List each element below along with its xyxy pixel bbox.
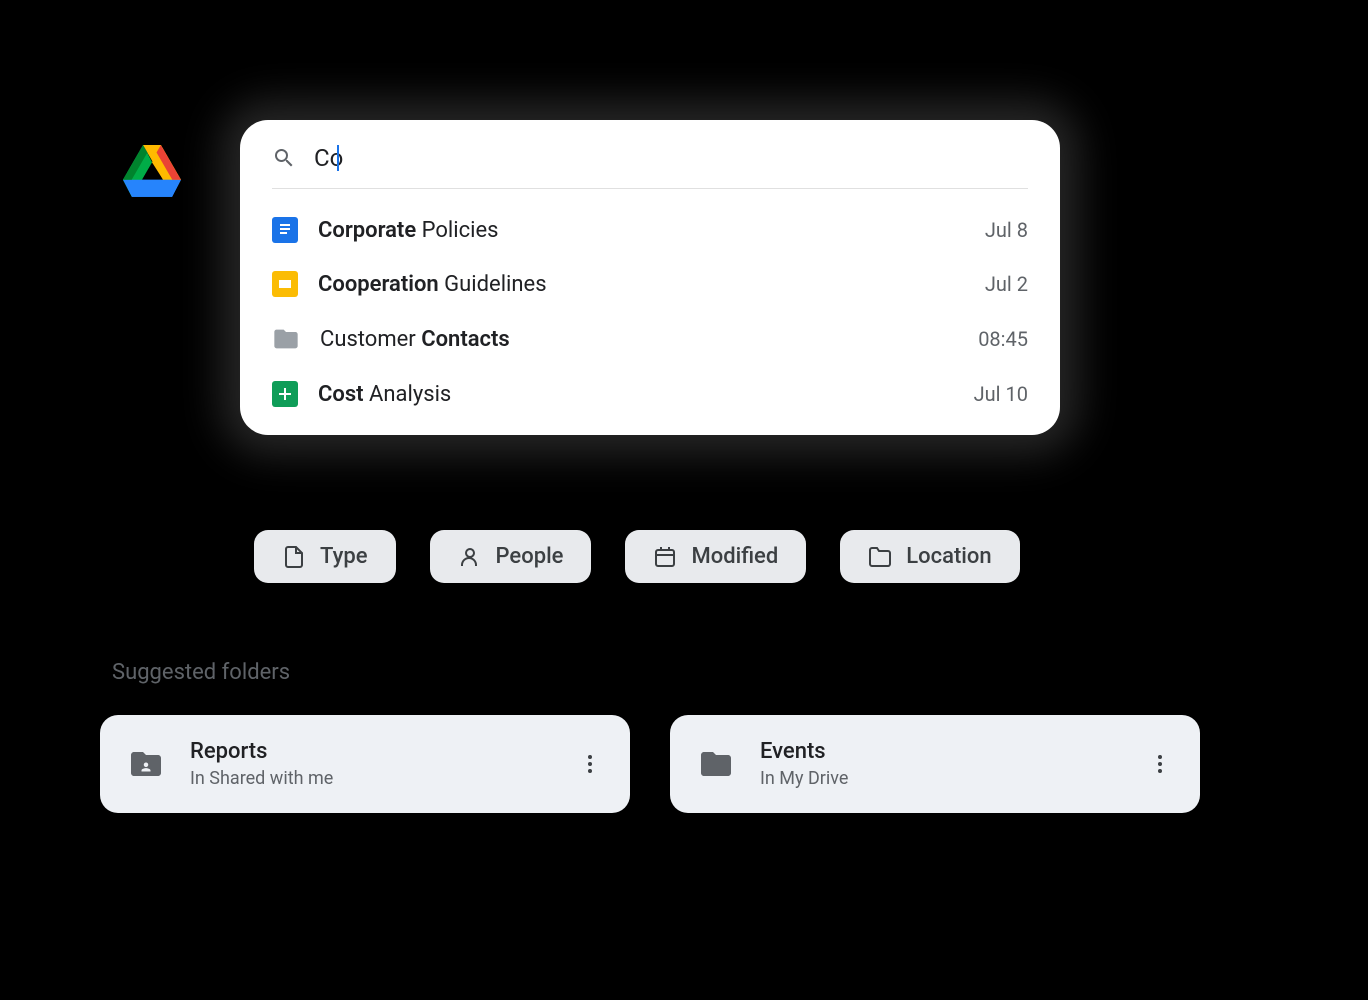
shared-folder-icon (128, 746, 164, 782)
person-icon (458, 545, 482, 569)
result-date: Jul 8 (985, 218, 1028, 242)
result-row[interactable]: Customer Contacts 08:45 (272, 325, 1028, 353)
file-icon (282, 545, 306, 569)
folder-location: In Shared with me (190, 768, 552, 789)
search-input[interactable]: Co (314, 144, 339, 172)
chip-modified[interactable]: Modified (625, 530, 806, 583)
result-date: Jul 10 (974, 382, 1028, 406)
filter-chips: Type People Modified Location (254, 530, 1020, 583)
result-row[interactable]: Corporate Policies Jul 8 (272, 217, 1028, 243)
folder-text: Reports In Shared with me (190, 739, 552, 789)
chip-label: Modified (691, 544, 778, 569)
folder-cards: Reports In Shared with me Events In My D… (100, 715, 1200, 813)
search-results: Corporate Policies Jul 8 Cooperation Gui… (272, 189, 1028, 407)
docs-icon (272, 217, 298, 243)
folder-text: Events In My Drive (760, 739, 1122, 789)
result-name: Corporate Policies (318, 218, 965, 243)
slides-icon (272, 271, 298, 297)
text-caret (337, 145, 339, 171)
chip-label: Location (906, 544, 991, 569)
result-row[interactable]: Cost Analysis Jul 10 (272, 381, 1028, 407)
chip-label: People (496, 544, 564, 569)
search-icon (272, 146, 296, 170)
folder-card-reports[interactable]: Reports In Shared with me (100, 715, 630, 813)
drive-logo (122, 145, 182, 197)
folder-name: Events (760, 739, 1122, 764)
result-name: Cooperation Guidelines (318, 272, 965, 297)
chip-label: Type (320, 544, 368, 569)
chip-type[interactable]: Type (254, 530, 396, 583)
result-date: Jul 2 (985, 272, 1028, 296)
result-name: Cost Analysis (318, 382, 954, 407)
chip-location[interactable]: Location (840, 530, 1019, 583)
folder-icon (272, 325, 300, 353)
search-panel: Co Corporate Policies Jul 8 Cooperation … (240, 120, 1060, 435)
folder-name: Reports (190, 739, 552, 764)
more-vert-icon[interactable] (578, 752, 602, 776)
suggested-heading: Suggested folders (112, 660, 290, 685)
sheets-icon (272, 381, 298, 407)
result-name: Customer Contacts (320, 327, 958, 352)
folder-location: In My Drive (760, 768, 1122, 789)
search-bar[interactable]: Co (272, 144, 1028, 189)
result-row[interactable]: Cooperation Guidelines Jul 2 (272, 271, 1028, 297)
folder-solid-icon (698, 746, 734, 782)
result-date: 08:45 (978, 327, 1028, 351)
more-vert-icon[interactable] (1148, 752, 1172, 776)
folder-outline-icon (868, 545, 892, 569)
calendar-icon (653, 545, 677, 569)
folder-card-events[interactable]: Events In My Drive (670, 715, 1200, 813)
chip-people[interactable]: People (430, 530, 592, 583)
